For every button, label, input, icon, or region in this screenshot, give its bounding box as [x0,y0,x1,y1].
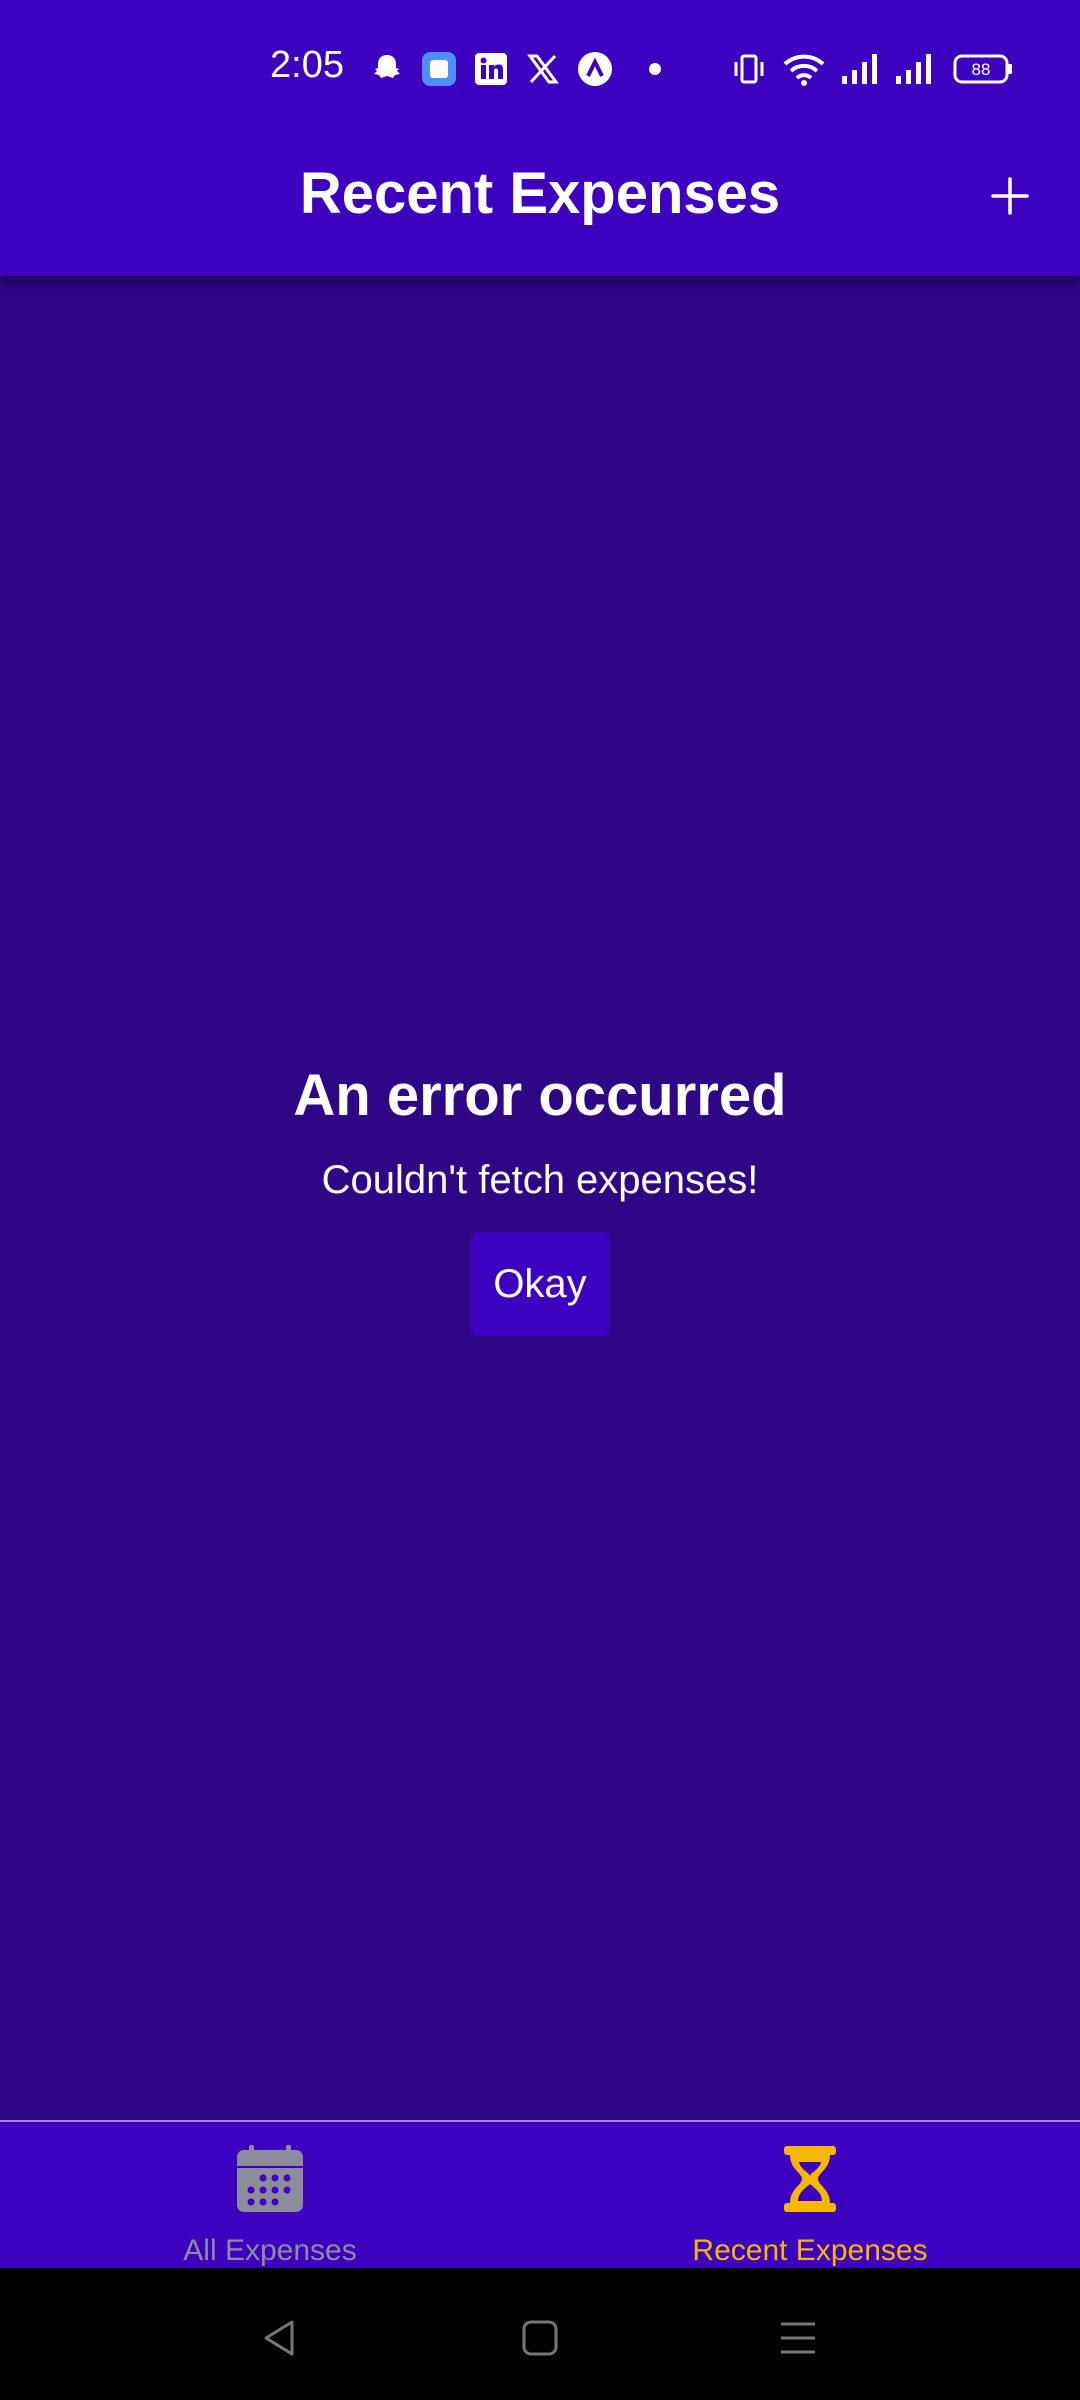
system-nav-bar [0,2268,1080,2400]
error-message: Couldn't fetch expenses! [321,1158,759,1202]
home-square-icon [522,2320,558,2356]
linkedin-icon [472,50,510,88]
arc-icon [576,50,614,88]
dot-icon [640,50,670,88]
app-header: Recent Expenses [0,136,1080,276]
tab-recent-expenses-label: Recent Expenses [692,2234,928,2267]
x-icon [524,50,562,88]
signal-icon [838,50,882,88]
vibrate-icon [730,50,768,88]
signal-icon [892,50,936,88]
status-time: 2:05 [270,44,344,86]
battery-icon: 88 [952,50,1014,88]
back-triangle-icon [264,2320,294,2356]
home-button[interactable] [510,2308,570,2368]
back-button[interactable] [250,2308,310,2368]
tab-all-expenses[interactable]: All Expenses [0,2122,540,2268]
plus-icon [991,177,1029,215]
error-overlay: An error occurred Couldn't fetch expense… [0,1056,1080,1336]
battery-level: 88 [972,60,991,79]
wifi-icon [782,50,826,88]
error-title: An error occurred [293,1063,787,1128]
tab-all-expenses-label: All Expenses [183,2234,357,2267]
hourglass-icon [784,2146,836,2212]
status-bar: 2:05 88 [0,0,1080,136]
calendar-icon [237,2145,303,2212]
bottom-tab-bar: All Expenses Recent Expenses [0,2120,1080,2268]
page-title: Recent Expenses [299,161,781,226]
recents-button[interactable] [768,2308,828,2368]
tab-recent-expenses[interactable]: Recent Expenses [540,2122,1080,2268]
add-expense-button[interactable] [980,166,1040,226]
snapchat-icon [368,50,406,88]
okay-button[interactable]: Okay [470,1232,610,1336]
menu-lines-icon [781,2322,815,2354]
app-icon [420,50,458,88]
